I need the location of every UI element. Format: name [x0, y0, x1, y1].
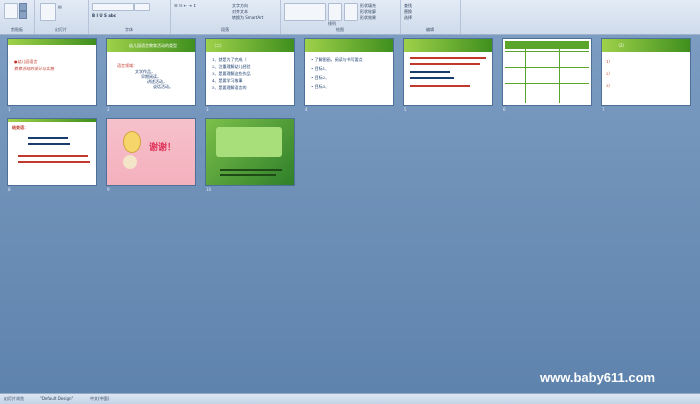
slide-text: 1）	[606, 59, 613, 64]
language: 中文(中国)	[90, 396, 110, 401]
slide-thumbnail-4[interactable]: • 了解图画，阅读与书写要点 • 目标1、 • 目标2、 • 目标3、	[305, 39, 393, 105]
slide-number: 9	[107, 187, 110, 192]
slide-text: • 目标3、	[311, 84, 330, 89]
slide-text: 5、是要理解语言的	[212, 85, 247, 90]
slide-text: 1、就是为了完成（	[212, 57, 247, 62]
slide-title: 幼儿园语言教育活动的类型	[129, 43, 177, 48]
slide-text: 语言领域：	[117, 63, 137, 68]
cut-icon[interactable]	[19, 3, 27, 11]
slide-title: 结束语：	[12, 125, 28, 130]
slide-title: （2）	[616, 43, 627, 48]
slide-thumbnail-9[interactable]: 谢谢！	[107, 119, 195, 185]
group-label: 字体	[125, 27, 133, 32]
slide-number: 2	[107, 107, 110, 112]
new-slide-button[interactable]	[40, 3, 56, 21]
font-group: B I U S abc 字体	[88, 0, 171, 34]
quick-style-button[interactable]	[344, 3, 358, 21]
select-label[interactable]: 选择	[404, 15, 412, 21]
theme-name: "Default Design"	[40, 396, 74, 401]
group-label: 幻灯片	[55, 27, 67, 32]
slide-text: • 目标2、	[311, 75, 330, 80]
font-name-select[interactable]	[92, 3, 134, 11]
ribbon: 剪贴板 ▤ 幻灯片 B I U S abc 字体 ☰ ☷ ⇤ ⇥ ↕ 文字方向 …	[0, 0, 700, 35]
drawing-group: 排列 形状填充 形状轮廓 形状效果 绘图	[280, 0, 401, 34]
view-mode: 幻灯片浏览	[4, 396, 24, 401]
slide-thumbnail-8[interactable]: 结束语：	[8, 119, 96, 185]
slide-text: • 目标1、	[311, 66, 330, 71]
slide-number: 8	[8, 187, 11, 192]
group-label: 段落	[221, 27, 229, 32]
slide-number: 4	[305, 107, 308, 112]
slide-thumbnail-7[interactable]: （2） 1） 2） 3）	[602, 39, 690, 105]
group-label: 绘图	[336, 27, 344, 32]
slide-number: 5	[404, 107, 407, 112]
slide-thumbnail-5[interactable]	[404, 39, 492, 105]
slide-thumbnail-6[interactable]	[503, 39, 591, 105]
status-bar: 幻灯片浏览 "Default Design" 中文(中国)	[0, 393, 700, 404]
paragraph-group: ☰ ☷ ⇤ ⇥ ↕ 文字方向 对齐文本 转换为 SmartArt 段落	[170, 0, 281, 34]
slide-sorter: ●幼儿园语言 教育活动的设计与实施 1 幼儿园语言教育活动的类型 语言领域： 文…	[0, 35, 700, 393]
shape-effect-label[interactable]: 形状效果	[360, 15, 376, 21]
bullets-icon[interactable]: ☰ ☷ ⇤ ⇥ ↕	[174, 3, 196, 8]
balloon-icon	[123, 131, 141, 153]
arrange-button[interactable]	[328, 3, 342, 21]
slide-thumbnail-1[interactable]: ●幼儿园语言 教育活动的设计与实施	[8, 39, 96, 105]
slide-title: 谢谢！	[149, 143, 177, 153]
slide-thumbnail-3[interactable]: （二） 1、就是为了完成（ 2、注重理解幼儿经验 3、是要理解这些作品 4、是要…	[206, 39, 294, 105]
slide-text: 3）	[606, 83, 613, 88]
slide-number: 10	[206, 187, 212, 192]
shapes-gallery[interactable]	[284, 3, 326, 21]
slide-text: ●幼儿园语言	[14, 59, 38, 64]
slide-thumbnail-2[interactable]: 幼儿园语言教育活动的类型 语言领域： 文学作品， 早期阅读， 讲述活动， 谈话活…	[107, 39, 195, 105]
slide-number: 1	[8, 107, 11, 112]
layout-label: ▤	[58, 4, 62, 9]
slide-text: 教育活动的设计与实施	[14, 66, 54, 71]
slide-number: 6	[503, 107, 506, 112]
clipboard-group: 剪贴板	[0, 0, 35, 34]
slides-group: ▤ 幻灯片	[34, 0, 89, 34]
slide-text: • 了解图画，阅读与书写要点	[311, 57, 363, 62]
slide-text: 谈话活动。	[153, 84, 173, 89]
slide-text: 4、是要学习故事	[212, 78, 243, 83]
group-label: 编辑	[426, 27, 434, 32]
cartoon-image	[123, 155, 137, 169]
smartart-label[interactable]: 转换为 SmartArt	[232, 15, 263, 21]
group-label: 剪贴板	[11, 27, 23, 32]
slide-text: 3、是要理解这些作品	[212, 71, 251, 76]
copy-icon[interactable]	[19, 11, 27, 19]
slide-title: （二）	[212, 43, 224, 48]
slide-number: 3	[206, 107, 209, 112]
editing-group: 查找 替换 选择 编辑	[400, 0, 461, 34]
bold-icon[interactable]: B I U S abc	[92, 13, 116, 18]
paste-button[interactable]	[4, 3, 18, 19]
slide-number: 7	[602, 107, 605, 112]
font-size-select[interactable]	[134, 3, 150, 11]
watermark: www.baby611.com	[540, 370, 656, 385]
slide-text: 2、注重理解幼儿经验	[212, 64, 251, 69]
slide-thumbnail-10[interactable]	[206, 119, 294, 185]
slide-text: 2）	[606, 71, 613, 76]
